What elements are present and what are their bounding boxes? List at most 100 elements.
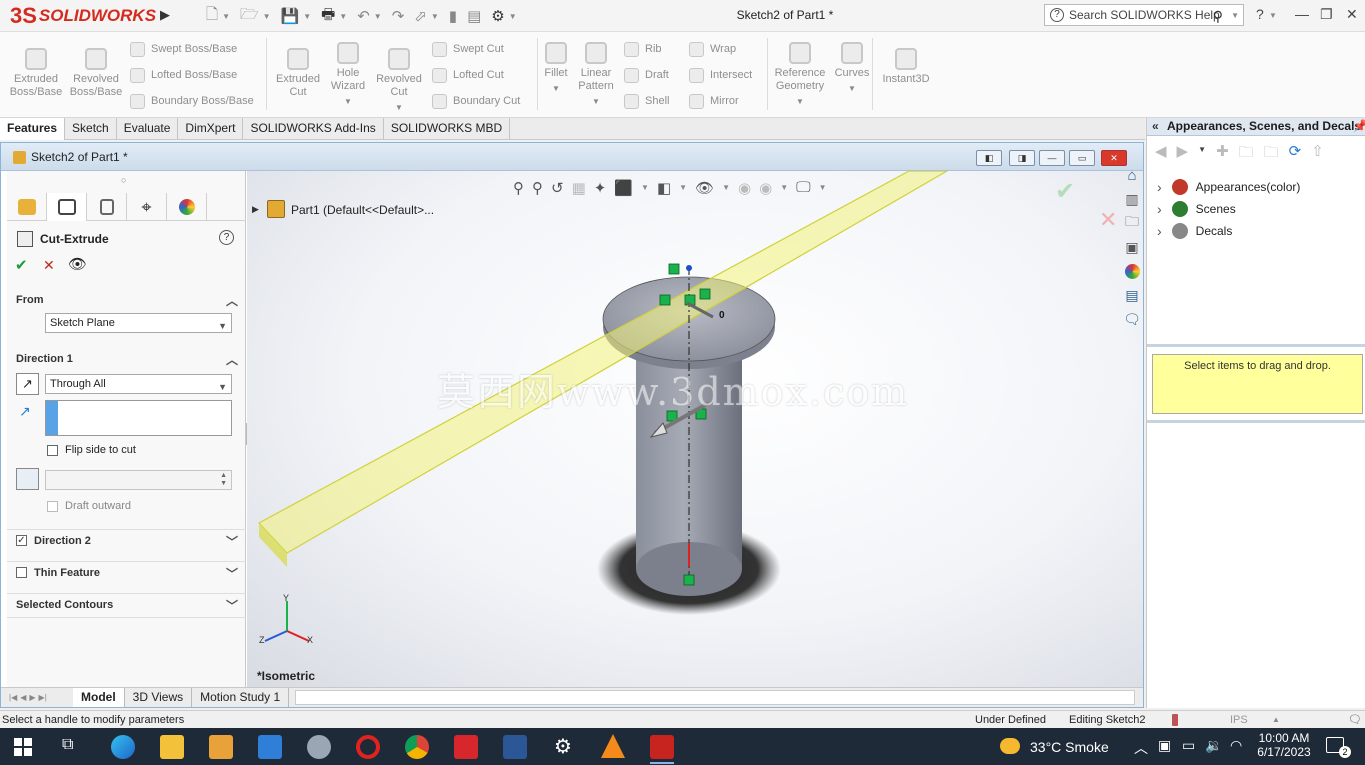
vlc-icon[interactable]: [601, 734, 625, 758]
file-properties-icon[interactable]: ▤: [467, 7, 481, 25]
view-orientation-icon[interactable]: ⬛: [614, 179, 633, 197]
open-dropdown-icon[interactable]: ▼: [263, 12, 271, 21]
dimension-label[interactable]: 0: [719, 310, 725, 321]
doc-close-icon[interactable]: ✕: [1101, 150, 1127, 166]
preview-eye-icon[interactable]: 👁: [68, 255, 87, 273]
tab-sketch[interactable]: Sketch: [65, 118, 117, 139]
expand-arrow-icon[interactable]: ›: [1157, 201, 1162, 217]
bottom-tab-3d-views[interactable]: 3D Views: [125, 688, 193, 707]
tab-feature-manager[interactable]: [7, 193, 47, 221]
reference-geometry-button[interactable]: Reference Geometry ▼: [770, 42, 830, 108]
back-icon[interactable]: ◀: [1155, 142, 1167, 167]
redo-icon[interactable]: ↷: [392, 7, 405, 25]
word-icon[interactable]: [503, 735, 527, 759]
first-icon[interactable]: |◀: [9, 693, 17, 702]
tab-evaluate[interactable]: Evaluate: [117, 118, 179, 139]
tab-property-manager[interactable]: [47, 193, 87, 221]
file-explorer-taskbar-icon[interactable]: [160, 735, 184, 759]
hide-show-icon[interactable]: 👁: [695, 179, 714, 197]
previous-view-icon[interactable]: ↺: [551, 179, 564, 197]
chevron-down-icon[interactable]: ▼: [369, 101, 429, 114]
units-selector[interactable]: IPS: [1230, 711, 1248, 729]
confirm-corner-check-icon[interactable]: ✔: [1055, 177, 1075, 206]
app-icon[interactable]: [307, 735, 331, 759]
rib-button[interactable]: Rib: [624, 39, 669, 59]
intersect-button[interactable]: Intersect: [689, 65, 752, 85]
solidworks-logo[interactable]: 3S SOLIDWORKS: [10, 3, 156, 29]
solidworks-taskbar-icon[interactable]: [650, 735, 674, 759]
dropdown-icon[interactable]: ▼: [679, 183, 687, 197]
feature-tree-part[interactable]: Part1 (Default<<Default>...: [291, 203, 434, 217]
open-icon[interactable]: 🗁: [240, 4, 259, 29]
search-dropdown-icon[interactable]: ▼: [1231, 11, 1239, 20]
clock[interactable]: 10:00 AM 6/17/2023: [1254, 731, 1314, 759]
draft-outward-checkbox[interactable]: Draft outward: [47, 500, 131, 512]
direction1-section-header[interactable]: Direction 1 ︿: [7, 348, 246, 370]
dropdown-icon[interactable]: ▼: [819, 183, 827, 197]
select-icon[interactable]: ⬀: [414, 7, 427, 25]
doc-restore-icon[interactable]: ▭: [1069, 150, 1095, 166]
opera-icon[interactable]: [356, 735, 380, 759]
lofted-cut-button[interactable]: Lofted Cut: [432, 65, 520, 85]
instant3d-button[interactable]: Instant3D: [876, 48, 936, 86]
print-dropdown-icon[interactable]: ▼: [339, 12, 347, 21]
tile-left-icon[interactable]: ◧: [976, 150, 1002, 166]
tab-solidworks-mbd[interactable]: SOLIDWORKS MBD: [384, 118, 511, 139]
dropdown-icon[interactable]: ▼: [1198, 145, 1206, 167]
from-section-header[interactable]: From ︿: [7, 289, 246, 311]
chevron-down-icon[interactable]: ▼: [770, 95, 830, 108]
draft-button[interactable]: Draft: [624, 65, 669, 85]
options-dropdown-icon[interactable]: ▼: [509, 12, 517, 21]
units-dropdown-icon[interactable]: ▲: [1272, 711, 1280, 729]
undo-dropdown-icon[interactable]: ▼: [374, 12, 382, 21]
tray-chevron-up-icon[interactable]: ︿: [1134, 738, 1148, 758]
cancel-x-icon[interactable]: ✕: [43, 257, 55, 274]
doc-minimize-icon[interactable]: —: [1039, 150, 1065, 166]
design-library-icon[interactable]: ▥: [1121, 189, 1143, 209]
close-window-icon[interactable]: ✕: [1346, 6, 1358, 23]
chevron-down-icon[interactable]: ▼: [566, 95, 626, 108]
tab-scroll-arrows[interactable]: |◀ ◀ ▶ ▶|: [1, 688, 73, 707]
next-icon[interactable]: ▶: [29, 693, 35, 702]
weather-text[interactable]: 33°C Smoke: [1030, 739, 1109, 755]
battery-icon[interactable]: ▭: [1182, 737, 1195, 754]
tooltip-icon[interactable]: 🗨: [1348, 711, 1362, 729]
tray-network-icon[interactable]: ▣: [1158, 737, 1171, 754]
help-dropdown-icon[interactable]: ▼: [1269, 11, 1277, 20]
reverse-direction-icon[interactable]: ↗: [16, 373, 39, 395]
file-explorer-icon[interactable]: 🗀: [1121, 213, 1143, 233]
selected-contours-section-header[interactable]: Selected Contours ﹀: [7, 593, 246, 615]
wrap-button[interactable]: Wrap: [689, 39, 752, 59]
volume-icon[interactable]: 🔉: [1205, 737, 1222, 754]
zoom-to-fit-icon[interactable]: ⚲: [513, 179, 524, 197]
section-view-icon[interactable]: ▦: [572, 179, 586, 197]
tab-dimxpert[interactable]: DimXpert: [178, 118, 244, 139]
boundary-cut-button[interactable]: Boundary Cut: [432, 91, 520, 111]
task-pane-splitter-2[interactable]: [1147, 420, 1365, 423]
task-pane-splitter[interactable]: [1147, 344, 1365, 347]
tab-solidworks-add-ins[interactable]: SOLIDWORKS Add-Ins: [243, 118, 384, 139]
tile-right-icon[interactable]: ◨: [1009, 150, 1035, 166]
custom-properties-icon[interactable]: ▤: [1121, 285, 1143, 305]
expand-arrow-icon[interactable]: ›: [1157, 179, 1162, 195]
store-icon[interactable]: [209, 735, 233, 759]
tab-configuration-manager[interactable]: [87, 193, 127, 221]
stepper-arrows-icon[interactable]: ▲ ▼: [220, 472, 227, 488]
wifi-icon[interactable]: ◠: [1230, 737, 1242, 754]
collapse-pane-icon[interactable]: «: [1152, 119, 1159, 133]
save-icon[interactable]: 💾: [281, 7, 300, 25]
tab-features[interactable]: Features: [0, 118, 66, 140]
pin-icon[interactable]: 📌: [1353, 119, 1365, 133]
zoom-area-icon[interactable]: ⚲: [532, 179, 543, 197]
tab-display-manager[interactable]: [167, 193, 207, 221]
mirror-button[interactable]: Mirror: [689, 91, 752, 111]
acrobat-icon[interactable]: [454, 735, 478, 759]
save-dropdown-icon[interactable]: ▼: [303, 12, 311, 21]
swept-boss-button[interactable]: Swept Boss/Base: [130, 39, 254, 59]
confirm-corner-cancel-icon[interactable]: ✕: [1099, 207, 1117, 233]
extruded-boss-button[interactable]: Extruded Boss/Base: [6, 48, 66, 99]
linear-pattern-button[interactable]: Linear Pattern ▼: [566, 42, 626, 108]
view-settings-icon[interactable]: 🖵: [796, 179, 810, 197]
edit-appearance-icon[interactable]: ◉: [738, 179, 751, 197]
draft-toggle-icon[interactable]: [16, 468, 39, 490]
